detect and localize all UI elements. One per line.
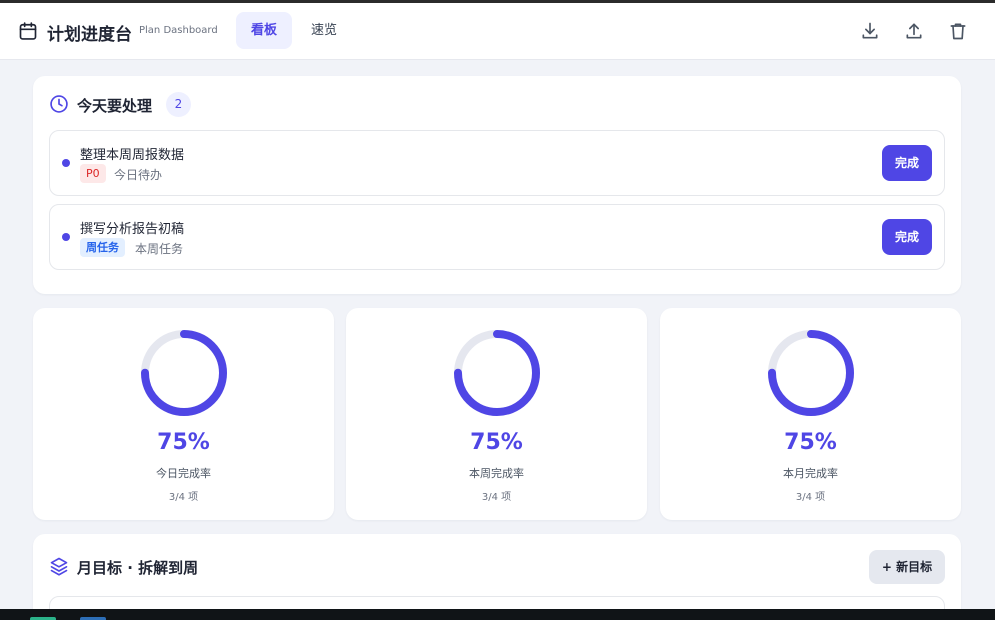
download-icon[interactable] [860, 21, 880, 41]
today-card: 今天要处理 2 整理本周周报数据 P0 今日待办 完成 撰写分析报告初稿 周任务… [33, 76, 961, 294]
completion-count: 3/4 项 [795, 492, 826, 503]
today-count-badge: 2 [166, 92, 191, 117]
stat-card-month: 75% 本月完成率 3/4 项 [660, 308, 961, 520]
app-title: 计划进度台 [47, 25, 132, 45]
stat-card-week: 75% 本周完成率 3/4 项 [346, 308, 647, 520]
app-subtitle: Plan Dashboard [139, 25, 218, 36]
task-bullet [62, 159, 70, 167]
completion-percent: 75% [784, 430, 837, 455]
completion-percent: 75% [157, 430, 210, 455]
priority-tag: P0 [80, 164, 106, 183]
layers-icon [50, 557, 68, 576]
task-title: 整理本周周报数据 [80, 148, 185, 163]
stat-card-today: 75% 今日完成率 3/4 项 [33, 308, 334, 520]
tab-board[interactable]: 看板 [236, 12, 292, 49]
task-item: 撰写分析报告初稿 周任务 本周任务 完成 [49, 204, 945, 270]
task-meta: 本周任务 [135, 242, 184, 256]
clock-icon [50, 95, 68, 113]
new-goal-button[interactable]: + 新目标 [869, 550, 945, 584]
today-title: 今天要处理 [77, 97, 153, 115]
goals-title: 月目标 · 拆解到周 [77, 559, 199, 577]
progress-ring [768, 330, 854, 416]
complete-button[interactable]: 完成 [882, 145, 932, 181]
progress-ring [141, 330, 227, 416]
completion-label: 本月完成率 [783, 467, 838, 480]
tab-overview[interactable]: 速览 [296, 12, 352, 49]
task-bullet [62, 233, 70, 241]
completion-label: 本周完成率 [469, 467, 524, 480]
completion-count: 3/4 项 [481, 492, 512, 503]
calendar-icon [19, 22, 37, 40]
completion-label: 今日完成率 [156, 467, 211, 480]
task-title: 撰写分析报告初稿 [80, 222, 185, 237]
monthly-goals-card: 月目标 · 拆解到周 + 新目标 [33, 534, 961, 620]
completion-count: 3/4 项 [168, 492, 199, 503]
trash-icon[interactable] [948, 21, 968, 41]
week-task-tag: 周任务 [80, 238, 125, 257]
app-header: 计划进度台 Plan Dashboard 看板 速览 [0, 3, 995, 60]
upload-icon[interactable] [904, 21, 924, 41]
os-taskbar [0, 609, 995, 620]
progress-ring [454, 330, 540, 416]
completion-percent: 75% [470, 430, 523, 455]
task-item: 整理本周周报数据 P0 今日待办 完成 [49, 130, 945, 196]
complete-button[interactable]: 完成 [882, 219, 932, 255]
task-meta: 今日待办 [114, 168, 163, 182]
